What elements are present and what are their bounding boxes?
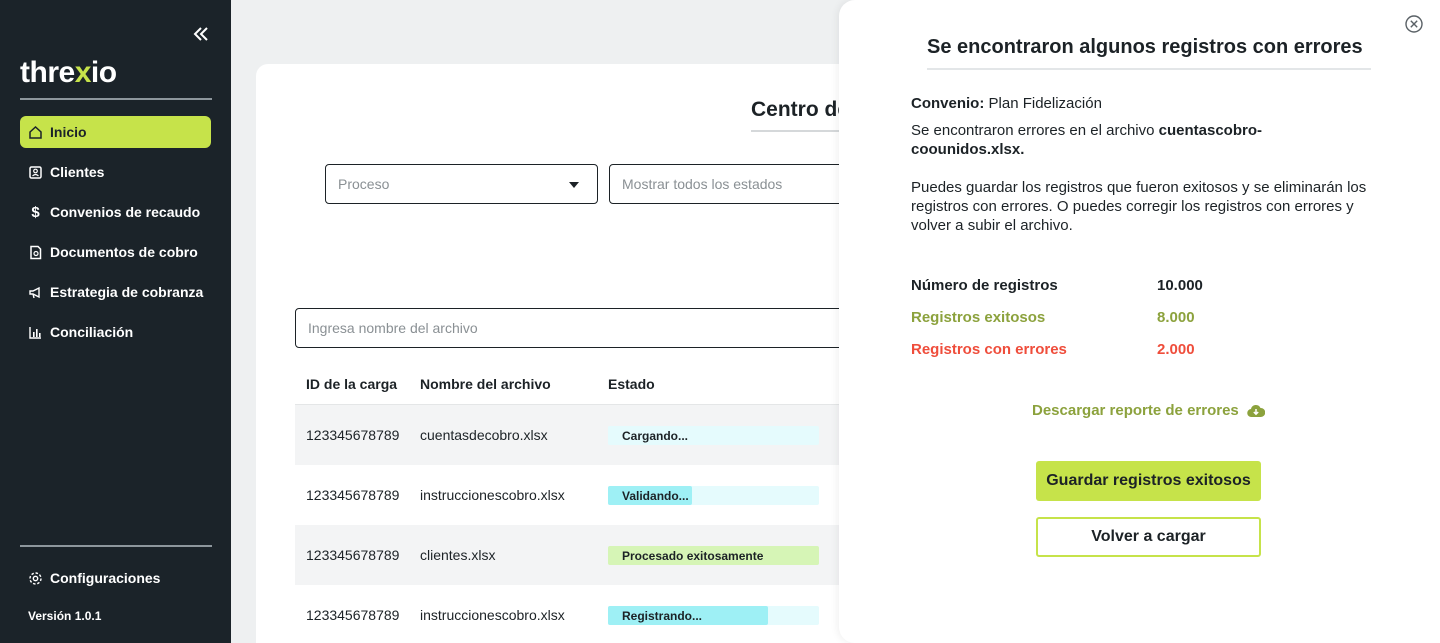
upload-id: 123345678789 [306, 547, 400, 563]
upload-id: 123345678789 [306, 487, 400, 503]
process-select[interactable]: Proceso [325, 164, 598, 204]
sidebar-item-label: Estrategia de cobranza [50, 284, 204, 300]
upload-id: 123345678789 [306, 427, 400, 443]
sidebar-item-estrategia[interactable]: Estrategia de cobranza [20, 276, 211, 308]
sidebar: threxio Inicio Clientes $ Convenios de r… [0, 0, 231, 643]
upload-id: 123345678789 [306, 607, 400, 623]
reload-button[interactable]: Volver a cargar [1036, 517, 1261, 557]
sidebar-item-convenios[interactable]: $ Convenios de recaudo [20, 196, 211, 228]
status-progress: Validando... [608, 485, 819, 505]
page-title: Centro de [751, 98, 850, 121]
clients-icon [28, 165, 43, 180]
table-header: ID de la carga Nombre del archivo Estado [295, 364, 855, 405]
sidebar-nav: Inicio Clientes $ Convenios de recaudo D… [20, 116, 211, 356]
table-row[interactable]: 123345678789 instruccionescobro.xlsx Val… [295, 465, 855, 525]
sidebar-item-inicio[interactable]: Inicio [20, 116, 211, 148]
error-file-line: Se encontraron errores en el archivo cue… [911, 122, 1262, 158]
download-error-report-link[interactable]: Descargar reporte de errores [1032, 402, 1265, 419]
column-header[interactable]: Nombre del archivo [420, 376, 608, 392]
uploads-table: ID de la carga Nombre del archivo Estado… [295, 364, 855, 643]
sidebar-item-label: Documentos de cobro [50, 244, 198, 260]
error-records-value: 2.000 [1157, 341, 1195, 358]
sidebar-item-label: Inicio [50, 124, 87, 140]
dollar-icon: $ [31, 203, 40, 221]
total-records-value: 10.000 [1157, 277, 1203, 294]
status-filter-select[interactable]: Mostrar todos los estados [609, 164, 855, 204]
sidebar-item-label: Configuraciones [50, 570, 161, 586]
gear-icon [28, 571, 43, 586]
home-icon [28, 125, 43, 140]
megaphone-icon [28, 285, 43, 300]
sidebar-divider [20, 545, 212, 547]
file-name: instruccionescobro.xlsx [420, 487, 565, 503]
sidebar-item-clientes[interactable]: Clientes [20, 156, 211, 188]
file-name: instruccionescobro.xlsx [420, 607, 565, 623]
page-title-underline [751, 130, 851, 132]
status-progress: Cargando... [608, 425, 819, 445]
total-records-label: Número de registros [911, 277, 1058, 294]
modal-description: Puedes guardar los registros que fueron … [911, 179, 1367, 234]
table-row[interactable]: 123345678789 instruccionescobro.xlsx Reg… [295, 585, 855, 643]
table-row[interactable]: 123345678789 cuentasdecobro.xlsx Cargand… [295, 405, 855, 465]
cloud-download-icon [1247, 404, 1265, 417]
save-successful-records-button[interactable]: Guardar registros exitosos [1036, 461, 1261, 501]
document-icon [28, 245, 43, 260]
success-records-label: Registros exitosos [911, 309, 1046, 326]
chart-icon [28, 325, 43, 340]
sidebar-item-documentos[interactable]: Documentos de cobro [20, 236, 211, 268]
sidebar-item-configuraciones[interactable]: Configuraciones [20, 562, 211, 594]
logo: threxio [20, 56, 117, 89]
success-records-value: 8.000 [1157, 309, 1195, 326]
app-version: Versión 1.0.1 [28, 609, 102, 623]
file-name: clientes.xlsx [420, 547, 496, 563]
column-header[interactable]: ID de la carga [295, 376, 420, 392]
status-progress: Procesado exitosamente [608, 545, 819, 565]
sidebar-item-conciliacion[interactable]: Conciliación [20, 316, 211, 348]
close-icon[interactable] [1404, 14, 1424, 34]
sidebar-item-label: Convenios de recaudo [50, 204, 201, 220]
modal-title: Se encontraron algunos registros con err… [927, 36, 1363, 58]
sidebar-item-label: Clientes [50, 164, 105, 180]
error-records-label: Registros con errores [911, 341, 1067, 358]
column-header[interactable]: Estado [608, 376, 828, 392]
table-row[interactable]: 123345678789 clientes.xlsx Procesado exi… [295, 525, 855, 585]
file-search-input[interactable]: Ingresa nombre del archivo [295, 308, 855, 348]
file-name: cuentasdecobro.xlsx [420, 427, 548, 443]
chevron-down-icon [569, 182, 579, 188]
agreement-line: Convenio: Plan Fidelización [911, 95, 1102, 112]
sidebar-item-label: Conciliación [50, 324, 134, 340]
collapse-sidebar-icon[interactable] [192, 26, 210, 42]
sidebar-divider [20, 98, 212, 100]
status-progress: Registrando... [608, 605, 819, 625]
modal-title-divider [927, 68, 1371, 70]
